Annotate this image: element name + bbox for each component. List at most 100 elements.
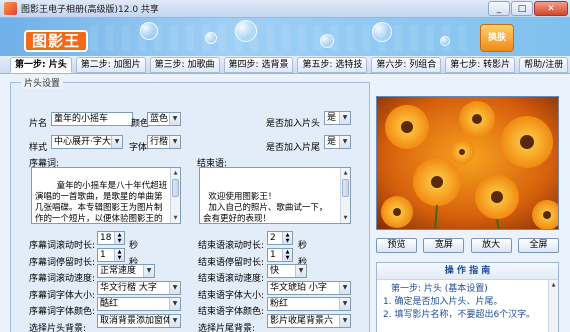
prologue-stay-spinner[interactable]: 1 ▲ ▼ xyxy=(97,248,125,262)
tab-step6-combine[interactable]: 第六步: 列组合 xyxy=(371,57,442,73)
flower-photo xyxy=(377,97,558,229)
operation-guide: 操 作 指 南 第一步: 片头 (基本设置) 1. 确定是否加入片头、片尾。 2… xyxy=(376,262,559,332)
ending-speed-select[interactable]: 快 ▼ xyxy=(267,264,307,278)
spinner-arrows-icon[interactable]: ▲ ▼ xyxy=(282,249,292,261)
prologue-fontsize-label: 序幕词字体大小: xyxy=(29,291,96,301)
dropdown-arrow-icon: ▼ xyxy=(143,265,154,277)
dropdown-arrow-icon: ▼ xyxy=(169,113,180,125)
guide-item: 2. 填写影片名称，不要超出6个汉字。 xyxy=(383,310,536,320)
prologue-scroll-value: 18 xyxy=(100,233,112,243)
dropdown-arrow-icon: ▼ xyxy=(295,265,306,277)
color-select[interactable]: 蓝色 ▼ xyxy=(147,112,181,126)
prologue-text: 童年的小摇车是八十年代超班演唱的一首歌曲，是歌星的单曲第几张唱碟。本专辑图影王为… xyxy=(35,181,168,224)
dropdown-arrow-icon: ▼ xyxy=(339,136,350,148)
ending-text: 欢迎使用图影王！ 加入自己的照片、歌曲试一下， 会有更好的表现！ xyxy=(203,192,328,224)
seconds-label: 秒 xyxy=(298,241,308,251)
guide-scrollbar[interactable]: ▲ xyxy=(548,280,558,332)
dropdown-arrow-icon: ▼ xyxy=(339,315,350,327)
restore-button[interactable]: □ xyxy=(511,1,533,16)
prologue-speed-label: 序幕词滚动速度: xyxy=(29,274,96,284)
prologue-fontsize-value: 华文行楷 大字 xyxy=(100,283,157,293)
tab-step3-songs[interactable]: 第三步: 加歌曲 xyxy=(149,57,220,73)
dropdown-arrow-icon: ▼ xyxy=(169,136,180,148)
scroll-thumb[interactable] xyxy=(342,179,349,197)
preview-button[interactable]: 预览 xyxy=(376,238,417,253)
ending-speed-value: 快 xyxy=(270,266,280,276)
scroll-down-icon[interactable]: ▼ xyxy=(341,213,350,223)
prologue-stay-value: 1 xyxy=(100,250,106,260)
color-select-value: 蓝色 xyxy=(150,114,169,124)
ending-scroll-label: 结束语滚动时长: xyxy=(198,241,265,251)
prologue-textarea[interactable]: 童年的小摇车是八十年代超班演唱的一首歌曲，是歌星的单曲第几张唱碟。本专辑图影王为… xyxy=(31,167,181,224)
skin-button[interactable]: 换肤 xyxy=(480,24,514,52)
tail-bg-value: 影片收尾背景六 xyxy=(270,316,334,326)
banner: 图影王 换肤 xyxy=(0,18,570,56)
guide-step-heading: 第一步: 片头 (基本设置) xyxy=(391,284,488,294)
tab-step7-convert[interactable]: 第七步: 转影片 xyxy=(445,57,516,73)
dropdown-arrow-icon: ▼ xyxy=(169,315,180,327)
prologue-stay-label: 序幕词停留时长: xyxy=(29,258,96,268)
preview-buttons: 预览 宽屏 放大 全屏 xyxy=(376,238,559,253)
step-tabs: 第一步: 片头 第二步: 加图片 第三步: 加歌曲 第四步: 选背景 第五步: … xyxy=(0,56,570,74)
prologue-speed-value: 正常速度 xyxy=(100,266,137,276)
title-input[interactable]: 童年的小摇车 xyxy=(51,112,133,126)
prologue-color-select[interactable]: 酷红 ▼ xyxy=(97,297,181,311)
font-select[interactable]: 行楷 ▼ xyxy=(147,135,181,149)
head-bg-select[interactable]: 取消背景添加窗体 ▼ xyxy=(97,314,181,328)
scroll-up-icon[interactable]: ▲ xyxy=(171,168,180,178)
dropdown-arrow-icon: ▼ xyxy=(169,298,180,310)
tab-step5-effects[interactable]: 第五步: 选特技 xyxy=(297,57,368,73)
scroll-up-icon[interactable]: ▲ xyxy=(341,168,350,178)
scroll-down-icon[interactable]: ▼ xyxy=(171,213,180,223)
tab-step1-title[interactable]: 第一步: 片头 xyxy=(10,57,72,73)
add-tail-label: 是否加入片尾 xyxy=(266,143,321,153)
style-select[interactable]: 中心展开·字大 ▼ xyxy=(51,135,123,149)
ending-fontsize-select[interactable]: 华文琥珀 小字 ▼ xyxy=(267,281,351,295)
widescreen-button[interactable]: 宽屏 xyxy=(423,238,465,253)
guide-item: 1. 确定是否加入片头、片尾。 xyxy=(383,297,503,307)
ending-fontsize-label: 结束语字体大小: xyxy=(198,291,265,301)
tab-step4-background[interactable]: 第四步: 选背景 xyxy=(223,57,294,73)
prologue-scrollbar[interactable]: ▲ ▼ xyxy=(170,168,180,223)
add-head-value: 是 xyxy=(327,113,337,123)
head-bg-label: 选择片头背景: xyxy=(29,324,87,332)
ending-scrollbar[interactable]: ▲ ▼ xyxy=(340,168,350,223)
dropdown-arrow-icon: ▼ xyxy=(169,282,180,294)
zoom-button[interactable]: 放大 xyxy=(470,238,512,253)
ending-scroll-spinner[interactable]: 2 ▲ ▼ xyxy=(267,231,293,245)
fullscreen-button[interactable]: 全屏 xyxy=(517,238,559,253)
scroll-up-icon[interactable]: ▲ xyxy=(549,280,558,290)
ending-stay-spinner[interactable]: 1 ▲ ▼ xyxy=(267,248,293,262)
spinner-arrows-icon[interactable]: ▲ ▼ xyxy=(282,232,292,244)
ending-color-value: 粉红 xyxy=(270,299,289,309)
title-bar: 图影王电子相册(高级版)12.0 共享 _ □ ✕ xyxy=(0,0,570,18)
dropdown-arrow-icon: ▼ xyxy=(339,282,350,294)
prologue-scroll-spinner[interactable]: 18 ▲ ▼ xyxy=(97,231,125,245)
minimize-button[interactable]: _ xyxy=(488,1,510,16)
prologue-fontsize-select[interactable]: 华文行楷 大字 ▼ xyxy=(97,281,181,295)
style-label: 样式 xyxy=(29,143,48,153)
spinner-arrows-icon[interactable]: ▲ ▼ xyxy=(114,232,124,244)
tail-bg-label: 选择片尾背景: xyxy=(198,324,256,332)
add-tail-select[interactable]: 是 ▼ xyxy=(324,135,351,149)
scroll-thumb[interactable] xyxy=(172,179,179,197)
ending-textarea[interactable]: 欢迎使用图影王！ 加入自己的照片、歌曲试一下， 会有更好的表现！ ▲ ▼ xyxy=(199,167,351,224)
spinner-arrows-icon[interactable]: ▲ ▼ xyxy=(114,249,124,261)
bubble-decoration xyxy=(235,20,257,42)
add-head-label: 是否加入片头 xyxy=(266,119,321,129)
guide-title: 操 作 指 南 xyxy=(377,263,558,280)
head-bg-value: 取消背景添加窗体 xyxy=(100,316,173,326)
tab-help-register[interactable]: 帮助/注册 xyxy=(519,57,569,73)
prologue-speed-select[interactable]: 正常速度 ▼ xyxy=(97,264,155,278)
tab-step2-images[interactable]: 第二步: 加图片 xyxy=(75,57,146,73)
tail-bg-select[interactable]: 影片收尾背景六 ▼ xyxy=(267,314,351,328)
prologue-scroll-label: 序幕词滚动时长: xyxy=(29,241,96,251)
group-legend: 片头设置 xyxy=(21,76,64,89)
bubble-decoration xyxy=(205,32,217,44)
add-head-select[interactable]: 是 ▼ xyxy=(324,111,351,125)
font-label: 字体 xyxy=(129,143,148,153)
close-button[interactable]: ✕ xyxy=(534,1,568,16)
ending-color-select[interactable]: 粉红 ▼ xyxy=(267,297,351,311)
ending-color-label: 结束语字体颜色: xyxy=(198,307,265,317)
bubble-decoration xyxy=(440,36,450,46)
